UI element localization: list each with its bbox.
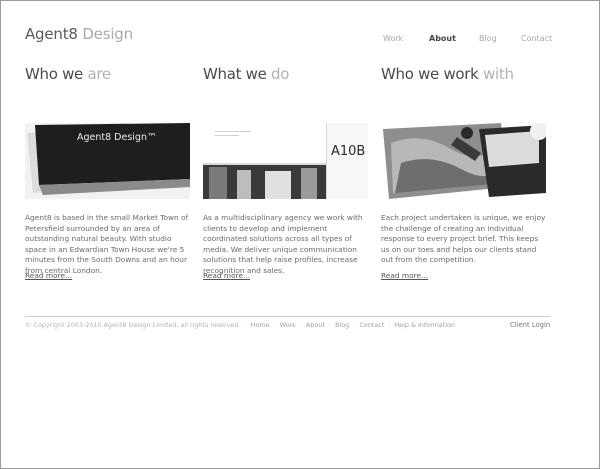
column-text: Each project undertaken is unique, we en… — [381, 213, 546, 265]
nav-item-contact[interactable]: Contact — [521, 34, 552, 44]
nav-item-about[interactable]: About — [429, 34, 456, 44]
column-who-we-are: Who we are Agent8 Design™ Agent8 is base… — [25, 65, 190, 280]
column-what-we-do: What we do A10B As a multidisciplinary a… — [203, 65, 368, 280]
nav-item-blog[interactable]: Blog — [479, 34, 497, 44]
read-more-link[interactable]: Read more... — [25, 271, 72, 281]
read-more-link[interactable]: Read more... — [381, 271, 428, 281]
column-who-we-work-with: Who we work with Each project undertaken… — [381, 65, 546, 280]
logo-word-agent8: Agent8 — [25, 25, 78, 43]
footer-link-work[interactable]: Work — [280, 321, 296, 329]
logo-word-design: Design — [82, 25, 133, 43]
footer-link-blog[interactable]: Blog — [335, 321, 349, 329]
nav-item-work[interactable]: Work — [383, 34, 403, 44]
site-logo[interactable]: Agent8 Design — [25, 25, 133, 43]
read-more-link[interactable]: Read more... — [203, 271, 250, 281]
footer-link-about[interactable]: About — [306, 321, 325, 329]
column-heading: Who we are — [25, 65, 111, 83]
client-login-link[interactable]: Client Login — [510, 321, 550, 330]
column-thumbnail[interactable]: Agent8 Design™ — [25, 123, 190, 199]
column-thumbnail[interactable] — [381, 123, 546, 199]
footer-link-contact[interactable]: Contact — [359, 321, 384, 329]
copyright-text: © Copyright 2003-2010 Agent8 Design Limi… — [25, 321, 241, 329]
card-logo-text: Agent8 Design™ — [77, 132, 156, 143]
column-text: Agent8 is based in the small Market Town… — [25, 213, 189, 275]
column-thumbnail[interactable]: A10B — [203, 123, 368, 199]
footer-divider — [25, 316, 550, 317]
column-heading: Who we work with — [381, 65, 514, 83]
card-code-text: A10B — [331, 144, 365, 159]
column-heading: What we do — [203, 65, 290, 83]
column-text: As a multidisciplinary agency we work wi… — [203, 213, 363, 275]
footer: © Copyright 2003-2010 Agent8 Design Limi… — [25, 321, 455, 329]
footer-link-help[interactable]: Help & Information — [394, 321, 455, 329]
footer-link-home[interactable]: Home — [251, 321, 270, 329]
